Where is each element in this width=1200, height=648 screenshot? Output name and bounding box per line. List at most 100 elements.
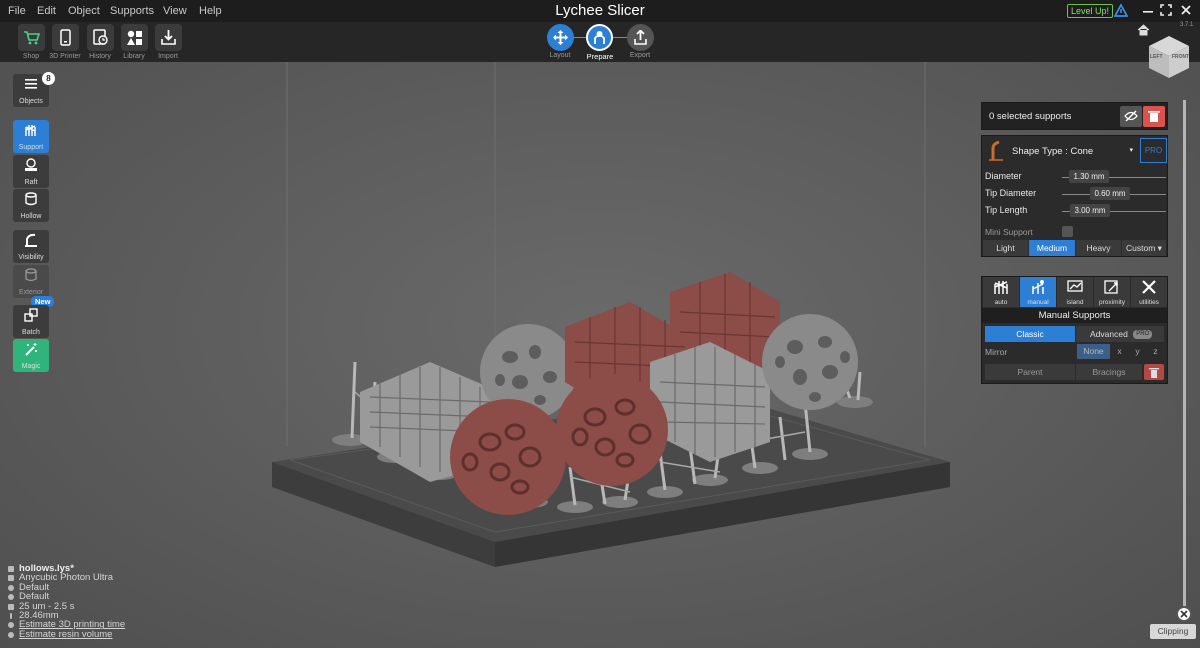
chevron-down-icon: ▾ [1129, 147, 1133, 154]
menu-file[interactable]: File [8, 5, 26, 17]
menu-supports[interactable]: Supports [110, 5, 154, 17]
estimate-volume-link[interactable]: Estimate resin volume [19, 629, 112, 640]
layer-slider-handle[interactable] [1176, 606, 1192, 622]
manual-supports-title: Manual Supports [982, 308, 1167, 323]
hollow-button[interactable]: Hollow [13, 189, 49, 222]
step-export[interactable] [627, 24, 654, 51]
exterior-label: Exterior [18, 289, 44, 296]
export-icon [634, 30, 647, 45]
toolbar: Shop 3D Printer History Library Import L… [0, 22, 1200, 62]
move-arrows-icon [553, 30, 568, 45]
raft-button[interactable]: Raft [13, 155, 49, 188]
shape-type-value: Shape Type : Cone [1012, 146, 1094, 157]
step-prepare[interactable] [586, 24, 613, 51]
tool-island[interactable]: island [1057, 277, 1093, 307]
mode-classic-tab[interactable]: Classic [985, 326, 1075, 342]
import-label: Import [158, 53, 178, 60]
menu-edit[interactable]: Edit [37, 5, 56, 17]
tool-island-label: island [1066, 299, 1084, 306]
layers-icon [8, 603, 14, 610]
warning-icon[interactable] [1114, 4, 1128, 17]
menu-object[interactable]: Object [68, 5, 100, 17]
tool-manual[interactable]: manual [1020, 277, 1056, 307]
parent-button[interactable]: Parent [985, 364, 1075, 380]
printer-label: 3D Printer [49, 53, 81, 60]
diameter-label: Diameter [985, 171, 1022, 181]
clock-icon [8, 622, 14, 629]
tip-length-label: Tip Length [985, 205, 1028, 215]
hollow-icon [25, 192, 37, 206]
hide-supports-button[interactable] [1120, 106, 1142, 127]
shop-button[interactable] [18, 24, 45, 51]
step-layout[interactable] [547, 24, 574, 51]
tool-auto[interactable]: auto [983, 277, 1019, 307]
density-custom[interactable]: Custom ▾ [1122, 240, 1166, 256]
batch-label: Batch [22, 329, 40, 336]
island-icon [1067, 280, 1083, 292]
list-icon [25, 79, 37, 89]
resin-icon [8, 584, 14, 591]
density-heavy[interactable]: Heavy [1076, 240, 1121, 256]
view-cube-front-face: FRONT [1172, 54, 1190, 60]
manual-support-icon [1032, 280, 1044, 294]
pro-shape-button[interactable]: PRO [1140, 138, 1167, 163]
support-tools-row: auto manual island proximity utilities [982, 277, 1167, 307]
shape-type-select[interactable]: Shape Type : Cone ▾ [1012, 140, 1137, 162]
support-label: Support [18, 144, 44, 151]
step-prepare-label: Prepare [586, 52, 614, 61]
eye-off-icon [1124, 110, 1138, 122]
menu-view[interactable]: View [163, 5, 187, 17]
hollow-label: Hollow [20, 213, 42, 220]
minimize-icon[interactable] [1142, 5, 1154, 17]
history-button[interactable] [87, 24, 114, 51]
density-light[interactable]: Light [983, 240, 1028, 256]
magic-wand-icon [25, 343, 37, 356]
clipping-button[interactable]: Clipping [1150, 624, 1196, 639]
delete-bracings-button[interactable] [1144, 364, 1164, 380]
delete-supports-button[interactable] [1143, 106, 1165, 127]
trash-icon [1149, 368, 1159, 378]
cone-support-icon [989, 140, 1003, 161]
library-icon [127, 30, 142, 45]
tip-diameter-label: Tip Diameter [985, 188, 1037, 198]
tip-diameter-value[interactable]: 0.60 mm [1090, 187, 1130, 200]
selected-supports-bar: 0 selected supports [981, 102, 1168, 130]
magic-button[interactable]: Magic [13, 339, 49, 372]
maximize-icon[interactable] [1160, 4, 1172, 16]
import-icon [161, 30, 176, 45]
support-tree-icon [594, 31, 605, 44]
mirror-y[interactable]: y [1129, 344, 1146, 359]
mini-support-checkbox[interactable] [1062, 226, 1073, 237]
import-button[interactable] [155, 24, 182, 51]
diameter-value[interactable]: 1.30 mm [1069, 170, 1109, 183]
mirror-none[interactable]: None [1077, 344, 1110, 359]
mode-advanced-tab[interactable]: Advanced PRO [1076, 326, 1164, 342]
close-icon[interactable] [1180, 4, 1192, 16]
tool-proximity[interactable]: proximity [1094, 277, 1130, 307]
step-export-label: Export [629, 52, 651, 59]
step-layout-label: Layout [549, 52, 571, 59]
magic-label: Magic [21, 363, 41, 370]
settings-small-icon [8, 594, 14, 601]
batch-button[interactable]: Batch [13, 305, 49, 338]
visibility-button[interactable]: Visibility [13, 230, 49, 263]
bracings-button[interactable]: Bracings [1076, 364, 1142, 380]
mirror-x[interactable]: x [1111, 344, 1128, 359]
printer-button[interactable] [52, 24, 79, 51]
mirror-z[interactable]: z [1147, 344, 1164, 359]
manual-supports-section: auto manual island proximity utilities M… [981, 276, 1168, 384]
tool-utilities[interactable]: utilities [1131, 277, 1167, 307]
layer-slider-track[interactable] [1183, 100, 1186, 610]
exterior-icon [25, 268, 37, 282]
support-button[interactable]: Support [13, 120, 49, 153]
exterior-button[interactable]: Exterior [13, 265, 49, 298]
library-button[interactable] [121, 24, 148, 51]
tool-auto-label: auto [994, 299, 1008, 306]
drop-icon [8, 631, 14, 638]
objects-count-badge: 8 [42, 72, 55, 85]
menu-help[interactable]: Help [199, 5, 222, 17]
level-up-button[interactable]: Level Up! [1067, 4, 1114, 18]
trash-icon [1148, 111, 1160, 122]
tip-length-value[interactable]: 3.00 mm [1070, 204, 1110, 217]
density-medium[interactable]: Medium [1029, 240, 1075, 256]
